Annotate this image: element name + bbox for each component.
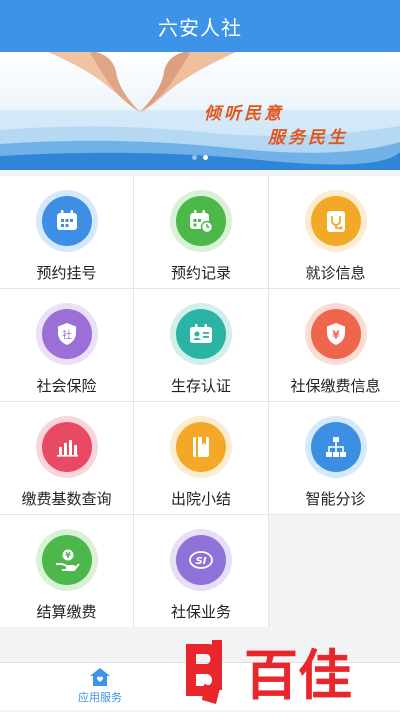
banner-illustration: [0, 52, 400, 170]
service-label: 预约挂号: [36, 264, 97, 282]
home-icon: [90, 668, 110, 686]
icon-ring: [170, 303, 232, 365]
icon-ring: [304, 416, 367, 478]
calendar-record-icon: [176, 196, 226, 246]
service-social-insurance[interactable]: 社 社会保险: [0, 289, 133, 401]
service-label: 出院小结: [170, 490, 231, 508]
banner-carousel[interactable]: 倾听民意 服务民生: [0, 52, 400, 170]
icon-ring: [304, 190, 367, 252]
title-bar: 六安人社: [0, 0, 400, 52]
service-label: 社会保险: [36, 377, 97, 395]
stethoscope-icon: [310, 196, 361, 246]
hand-coin-icon: ¥: [41, 535, 92, 585]
icon-ring: [35, 416, 98, 478]
service-settlement-payment[interactable]: ¥ 结算缴费: [0, 515, 133, 627]
banner-slogan-1: 倾听民意: [204, 104, 284, 124]
icon-ring: SI: [170, 529, 232, 591]
svg-text:SI: SI: [196, 556, 207, 567]
shield-icon: 社: [41, 309, 92, 359]
hierarchy-icon: [310, 422, 361, 472]
empty-cell: [269, 515, 400, 627]
carousel-dot-active[interactable]: [203, 155, 208, 160]
si-logo-icon: SI: [176, 535, 226, 585]
service-visit-info[interactable]: 就诊信息: [269, 176, 400, 288]
service-label: 结算缴费: [36, 603, 97, 621]
service-label: 社保业务: [170, 603, 231, 621]
service-label: 预约记录: [170, 264, 231, 282]
service-label: 缴费基数查询: [21, 490, 112, 508]
service-label: 社保缴费信息: [290, 377, 381, 395]
watermark-logo: 百佳: [182, 634, 382, 708]
icon-ring: 社: [35, 303, 98, 365]
icon-ring: [35, 190, 98, 252]
service-survival-certification[interactable]: 生存认证: [134, 289, 268, 401]
service-appointment-registration[interactable]: 预约挂号: [0, 176, 133, 288]
icon-ring: [170, 416, 232, 478]
calendar-icon: [41, 196, 92, 246]
watermark-text: 百佳: [244, 644, 352, 707]
carousel-dot[interactable]: [192, 155, 197, 160]
page-title: 六安人社: [158, 15, 242, 40]
icon-ring: ¥: [304, 303, 367, 365]
services-grid: 预约挂号 预约记录 就诊信息 社 社会保险 生存认证 ¥ 社保缴费信息 缴费基数…: [0, 176, 400, 627]
icon-ring: ¥: [35, 529, 98, 591]
nav-app-services[interactable]: 应用服务: [70, 667, 130, 705]
service-label: 智能分诊: [305, 490, 366, 508]
svg-text:¥: ¥: [65, 551, 71, 560]
svg-text:¥: ¥: [332, 329, 340, 342]
carousel-indicator: [0, 155, 400, 160]
service-payment-info[interactable]: ¥ 社保缴费信息: [269, 289, 400, 401]
service-discharge-summary[interactable]: 出院小结: [134, 402, 268, 514]
service-smart-triage[interactable]: 智能分诊: [269, 402, 400, 514]
service-si-business[interactable]: SI 社保业务: [134, 515, 268, 627]
service-label: 生存认证: [170, 377, 231, 395]
id-card-icon: [176, 309, 226, 359]
banner-slogan-2: 服务民生: [268, 128, 348, 148]
nav-label: 应用服务: [78, 691, 122, 704]
service-label: 就诊信息: [305, 264, 366, 282]
notebook-icon: [176, 422, 226, 472]
service-appointment-records[interactable]: 预约记录: [134, 176, 268, 288]
service-base-query[interactable]: 缴费基数查询: [0, 402, 133, 514]
yen-shield-icon: ¥: [310, 309, 361, 359]
bar-chart-icon: [41, 422, 92, 472]
icon-ring: [170, 190, 232, 252]
svg-text:社: 社: [62, 329, 72, 342]
